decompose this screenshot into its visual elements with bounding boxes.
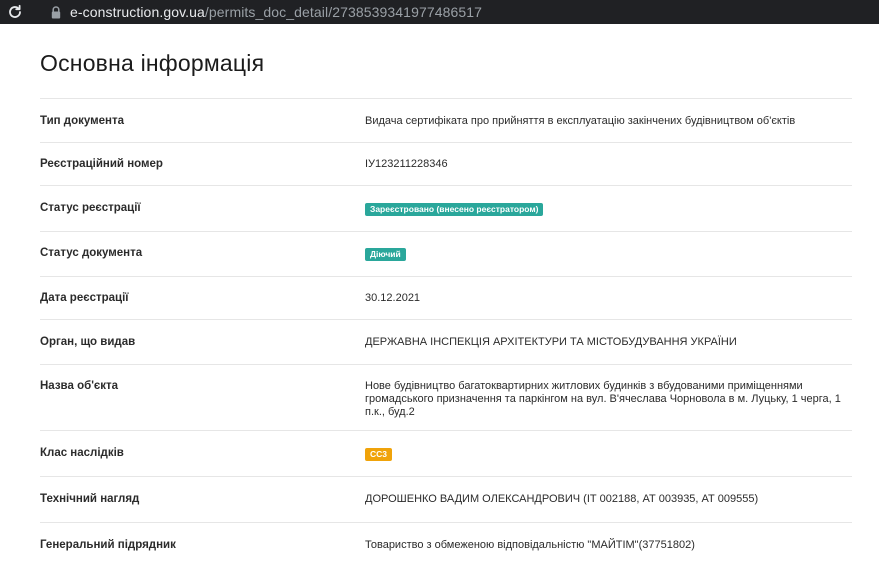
row-issuing-authority: Орган, що видав ДЕРЖАВНА ІНСПЕКЦІЯ АРХІТ… [40,319,852,364]
url-host: e-construction.gov.ua [70,4,205,20]
row-value: Товариство з обмеженою відповідальністю … [365,539,695,551]
document-status-badge: Діючий [365,248,406,261]
row-label: Дата реєстрації [40,292,129,304]
browser-address-bar: e-construction.gov.ua/permits_doc_detail… [0,0,879,24]
info-table: Тип документа Видача сертифіката про при… [40,98,852,562]
row-value: 30.12.2021 [365,292,421,304]
row-value: Нове будівництво багатоквартирних житлов… [365,380,841,418]
row-label: Орган, що видав [40,336,136,348]
row-registration-status: Статус реєстрації Зареєстровано (внесено… [40,185,852,231]
registration-status-badge: Зареєстровано (внесено реєстратором) [365,203,544,216]
row-label: Статус документа [40,247,143,259]
row-consequence-class: Клас наслідків СС3 [40,430,852,476]
url-path: /permits_doc_detail/2738539341977486517 [204,4,483,20]
row-value: ДЕРЖАВНА ІНСПЕКЦІЯ АРХІТЕКТУРИ ТА МІСТОБ… [365,336,737,348]
row-label: Реєстраційний номер [40,158,163,170]
lock-icon[interactable] [48,0,64,24]
row-value: ІУ123211228346 [365,158,448,170]
row-label: Генеральний підрядник [40,539,176,551]
row-label: Тип документа [40,115,124,127]
row-registration-number: Реєстраційний номер ІУ123211228346 [40,142,852,185]
address-url[interactable]: e-construction.gov.ua/permits_doc_detail… [70,4,482,20]
row-value: ДОРОШЕНКО ВАДИМ ОЛЕКСАНДРОВИЧ (ІТ 002188… [365,493,759,505]
row-label: Статус реєстрації [40,202,141,214]
reload-icon[interactable] [0,0,30,24]
row-general-contractor: Генеральний підрядник Товариство з обмеж… [40,522,852,562]
row-document-type: Тип документа Видача сертифіката про при… [40,98,852,142]
row-registration-date: Дата реєстрації 30.12.2021 [40,276,852,319]
row-label: Назва об'єкта [40,380,119,392]
row-label: Клас наслідків [40,447,124,459]
row-technical-supervision: Технічний нагляд ДОРОШЕНКО ВАДИМ ОЛЕКСАН… [40,476,852,522]
row-value: Видача сертифіката про прийняття в експл… [365,115,796,127]
row-object-name: Назва об'єкта Нове будівництво багатоква… [40,364,852,430]
consequence-class-badge: СС3 [365,448,393,461]
row-label: Технічний нагляд [40,493,140,505]
row-document-status: Статус документа Діючий [40,231,852,276]
page-title: Основна інформація [40,50,265,76]
